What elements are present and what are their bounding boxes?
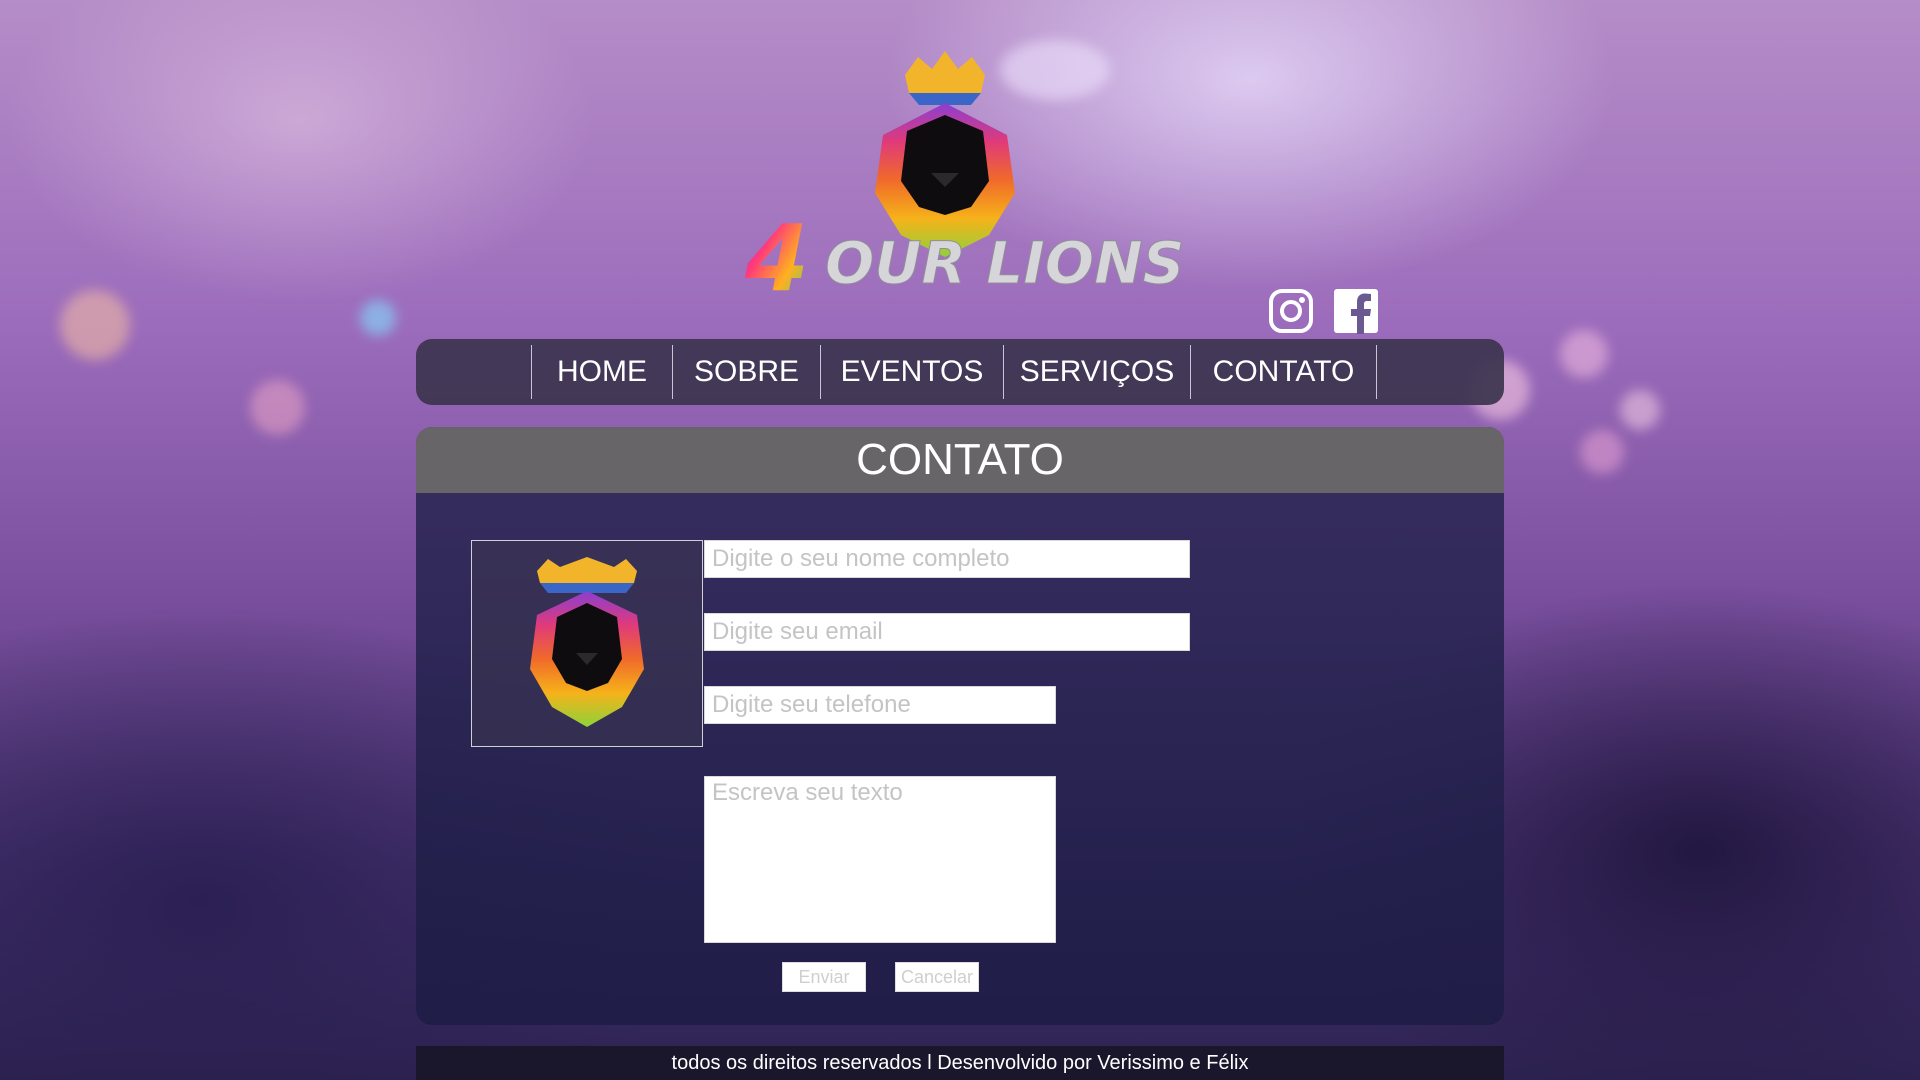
nav-item-contato[interactable]: CONTATO <box>1190 345 1377 399</box>
lion-icon <box>530 557 644 727</box>
svg-text:4: 4 <box>745 205 809 305</box>
submit-button[interactable]: Enviar <box>782 962 866 992</box>
footer: todos os direitos reservados l Desenvolv… <box>416 1046 1504 1080</box>
background-light <box>1620 390 1660 430</box>
cancel-button[interactable]: Cancelar <box>895 962 979 992</box>
instagram-link[interactable] <box>1268 288 1314 334</box>
nav-items: HOME SOBRE EVENTOS SERVIÇOS CONTATO <box>531 345 1377 399</box>
background-light <box>1560 330 1608 378</box>
instagram-icon <box>1269 289 1313 333</box>
page-title: CONTATO <box>856 435 1064 484</box>
contact-panel: CONTATO Enviar Cancelar <box>416 427 1504 1025</box>
nav-item-servicos[interactable]: SERVIÇOS <box>1003 345 1190 399</box>
background-light <box>60 290 130 360</box>
facebook-icon <box>1334 289 1378 334</box>
nav-item-label: CONTATO <box>1212 355 1355 388</box>
brand-logo[interactable]: 4 OUR LIONS <box>744 45 1185 312</box>
facebook-link[interactable] <box>1333 288 1379 334</box>
message-field[interactable] <box>704 776 1056 943</box>
background-light <box>250 380 305 435</box>
nav-item-label: SERVIÇOS <box>1019 355 1175 388</box>
background-light <box>1580 430 1624 474</box>
nav-item-home[interactable]: HOME <box>531 345 672 399</box>
footer-text: todos os direitos reservados l Desenvolv… <box>671 1051 1249 1074</box>
nav-item-label: EVENTOS <box>840 355 984 388</box>
nav-item-label: SOBRE <box>693 355 800 388</box>
email-field[interactable] <box>704 613 1190 651</box>
lion-logo-icon: 4 OUR LIONS <box>744 51 1185 312</box>
background-light <box>360 300 396 336</box>
panel-header: CONTATO <box>416 427 1504 493</box>
main-nav: HOME SOBRE EVENTOS SERVIÇOS CONTATO <box>416 339 1504 405</box>
contact-logo <box>471 540 703 747</box>
svg-text:OUR LIONS: OUR LIONS <box>825 229 1184 297</box>
nav-item-label: HOME <box>557 355 647 388</box>
phone-field[interactable] <box>704 686 1056 724</box>
nav-item-sobre[interactable]: SOBRE <box>672 345 820 399</box>
name-field[interactable] <box>704 540 1190 578</box>
nav-item-eventos[interactable]: EVENTOS <box>820 345 1003 399</box>
